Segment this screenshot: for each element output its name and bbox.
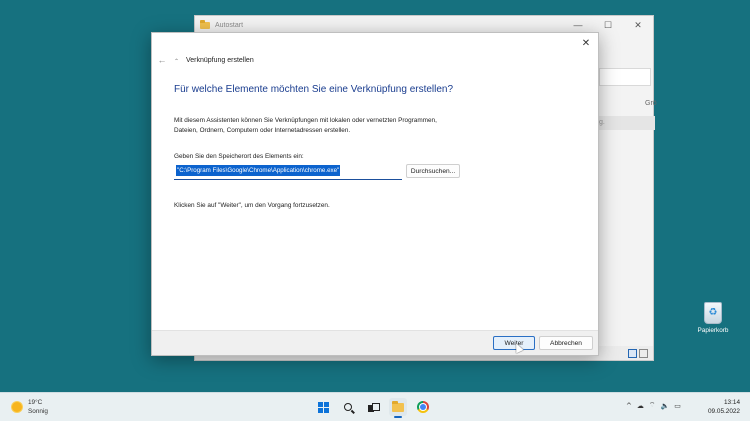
file-row-text: g. bbox=[599, 119, 605, 126]
sun-icon bbox=[12, 402, 22, 412]
taskbar: 19°C Sonnig ^ ☁ ⌔ 🔈 ▭ 13:14 09.05.2022 bbox=[0, 392, 750, 421]
location-label: Geben Sie den Speicherort des Elements e… bbox=[174, 153, 304, 160]
clock[interactable]: 13:14 09.05.2022 bbox=[702, 398, 740, 416]
weather-widget[interactable]: 19°C Sonnig bbox=[12, 398, 48, 416]
search-icon bbox=[344, 403, 352, 411]
close-button[interactable]: ✕ bbox=[623, 16, 653, 34]
system-tray[interactable]: ^ ☁ ⌔ 🔈 ▭ bbox=[626, 401, 681, 410]
chrome-icon bbox=[417, 401, 429, 413]
browse-button[interactable]: Durchsuchen... bbox=[406, 164, 460, 178]
windows-logo-icon bbox=[317, 401, 329, 413]
explorer-title: Autostart bbox=[215, 21, 244, 29]
dialog-title: Verknüpfung erstellen bbox=[186, 57, 254, 64]
page-heading: Für welche Elemente möchten Sie eine Ver… bbox=[174, 84, 454, 95]
show-hidden-icons-chevron-icon[interactable]: ^ bbox=[626, 402, 632, 410]
tiles-view-icon[interactable] bbox=[639, 349, 648, 358]
battery-icon[interactable]: ▭ bbox=[674, 402, 681, 410]
location-input-value: "C:\Program Files\Google\Chrome\Applicat… bbox=[176, 165, 341, 176]
intro-line-1: Mit diesem Assistenten können Sie Verknü… bbox=[174, 117, 437, 124]
continue-hint: Klicken Sie auf "Weiter", um den Vorgang… bbox=[174, 202, 330, 209]
chrome-button[interactable] bbox=[414, 398, 432, 416]
explorer-search-input[interactable] bbox=[599, 68, 651, 86]
folder-icon bbox=[200, 19, 210, 29]
file-explorer-button[interactable] bbox=[389, 398, 407, 418]
task-view-icon bbox=[368, 402, 380, 412]
recycle-bin-shortcut[interactable]: Papierkorb bbox=[692, 302, 734, 334]
wifi-icon[interactable]: ⌔ bbox=[649, 401, 656, 410]
start-button[interactable] bbox=[314, 398, 332, 416]
weather-temperature: 19°C bbox=[28, 399, 43, 406]
folder-icon bbox=[392, 400, 404, 412]
intro-line-2: Dateien, Ordnern, Computern oder Interne… bbox=[174, 127, 351, 134]
recycle-bin-label: Papierkorb bbox=[697, 327, 729, 334]
clock-time: 13:14 bbox=[724, 399, 740, 406]
close-icon[interactable]: ✕ bbox=[578, 36, 594, 50]
file-row[interactable] bbox=[599, 116, 655, 130]
cancel-button[interactable]: Abbrechen bbox=[539, 336, 593, 350]
recycle-bin-icon bbox=[704, 302, 722, 324]
weather-description: Sonnig bbox=[28, 408, 48, 415]
task-view-button[interactable] bbox=[364, 398, 382, 416]
network-cloud-icon[interactable]: ☁ bbox=[637, 402, 644, 410]
volume-icon[interactable]: 🔈 bbox=[660, 402, 669, 410]
location-input[interactable]: "C:\Program Files\Google\Chrome\Applicat… bbox=[174, 163, 402, 180]
search-button[interactable] bbox=[339, 398, 357, 416]
details-view-icon[interactable] bbox=[628, 349, 637, 358]
column-header-size[interactable]: Grö bbox=[645, 100, 657, 107]
intro-text: Mit diesem Assistenten können Sie Verknü… bbox=[174, 116, 474, 136]
clock-date: 09.05.2022 bbox=[708, 408, 740, 415]
dialog-footer: Weiter Abbrechen bbox=[152, 330, 598, 355]
shortcut-wizard-icon: ⌃ bbox=[174, 59, 180, 65]
back-arrow-icon[interactable]: ← bbox=[156, 54, 168, 66]
create-shortcut-dialog: ✕ ← ⌃ Verknüpfung erstellen Für welche E… bbox=[151, 32, 599, 356]
